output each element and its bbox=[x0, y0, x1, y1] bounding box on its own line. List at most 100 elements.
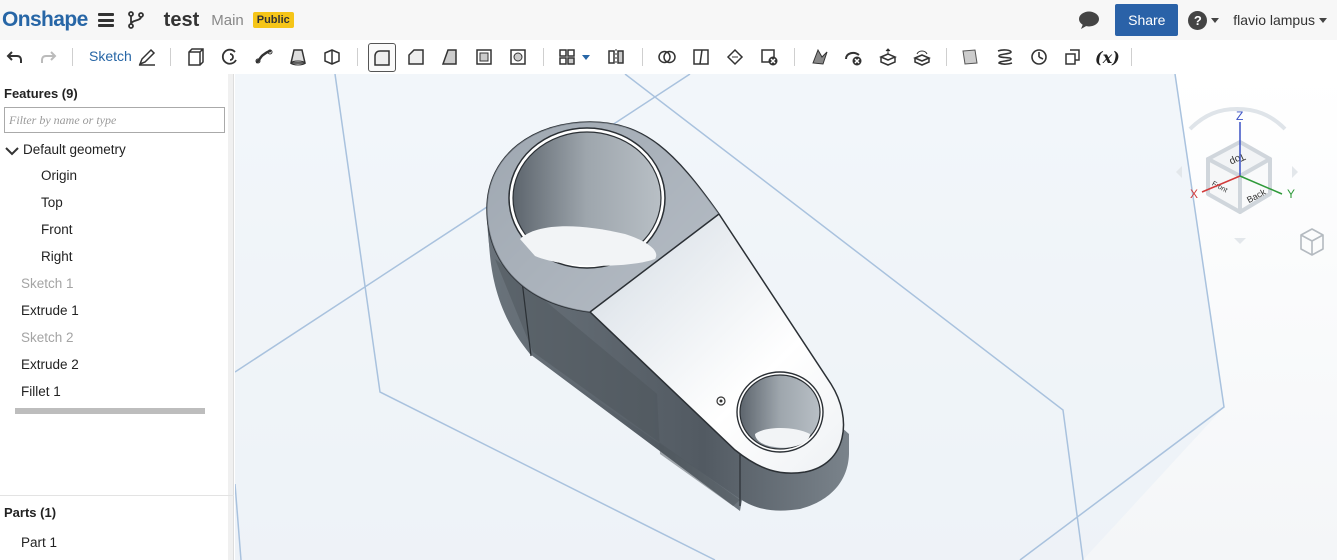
split-icon bbox=[693, 49, 709, 65]
boolean-icon bbox=[658, 50, 676, 64]
loft-button[interactable] bbox=[286, 45, 310, 69]
rotate-right-icon[interactable] bbox=[1292, 166, 1298, 178]
replace-face-button[interactable] bbox=[910, 45, 934, 69]
rotate-left-icon[interactable] bbox=[1176, 166, 1182, 178]
view-cube-menu-icon[interactable] bbox=[1298, 226, 1326, 258]
part-item-part-1[interactable]: Part 1 bbox=[21, 535, 57, 550]
pattern-icon bbox=[559, 49, 575, 65]
share-button[interactable]: Share bbox=[1115, 4, 1179, 36]
rotate-arrow-icon[interactable] bbox=[1188, 107, 1238, 131]
delete-part-button[interactable] bbox=[757, 45, 781, 69]
chevron-down-icon bbox=[582, 54, 590, 60]
sketch-button[interactable]: Sketch bbox=[89, 48, 132, 64]
extrude-icon bbox=[188, 48, 204, 66]
pattern-button[interactable] bbox=[555, 45, 579, 69]
transform-icon bbox=[726, 48, 744, 66]
undo-button[interactable] bbox=[3, 45, 27, 69]
y-axis-label: Y bbox=[1287, 187, 1295, 201]
comments-icon[interactable] bbox=[1078, 10, 1100, 30]
feature-item-front[interactable]: Front bbox=[41, 222, 73, 237]
thicken-button[interactable] bbox=[320, 45, 344, 69]
modify-fillet-button[interactable] bbox=[808, 45, 832, 69]
revolve-icon bbox=[221, 48, 237, 65]
chevron-down-icon[interactable] bbox=[5, 146, 19, 156]
helix-icon bbox=[997, 49, 1013, 65]
boolean-button[interactable] bbox=[655, 45, 679, 69]
mirror-icon bbox=[608, 49, 624, 65]
chamfer-icon bbox=[408, 49, 424, 65]
delete-part-icon bbox=[761, 49, 778, 66]
undo-icon bbox=[6, 51, 22, 63]
feature-item-top[interactable]: Top bbox=[41, 195, 63, 210]
panel-scrollbar[interactable] bbox=[228, 74, 233, 560]
user-name: flavio lampus bbox=[1233, 12, 1315, 28]
fillet-button[interactable] bbox=[368, 43, 396, 72]
move-face-button[interactable] bbox=[876, 45, 900, 69]
features-header: Features (9) bbox=[4, 86, 78, 101]
chamfer-button[interactable] bbox=[404, 45, 428, 69]
top-bar: Onshape test Main Public Share ? flavio … bbox=[0, 0, 1337, 40]
revolve-button[interactable] bbox=[218, 45, 242, 69]
feature-item-extrude-1[interactable]: Extrude 1 bbox=[21, 303, 79, 318]
copy-part-button[interactable] bbox=[1061, 45, 1085, 69]
delete-face-icon bbox=[845, 51, 862, 66]
z-axis-label: Z bbox=[1236, 109, 1243, 123]
mirror-button[interactable] bbox=[604, 45, 628, 69]
hole-icon bbox=[510, 49, 526, 65]
view-cube[interactable]: Top Front Back Z X Y bbox=[1170, 104, 1305, 254]
feature-item-sketch-1[interactable]: Sketch 1 bbox=[21, 276, 74, 291]
parts-header: Parts (1) bbox=[4, 505, 57, 520]
plane-button[interactable] bbox=[958, 45, 982, 69]
x-axis-label: X bbox=[1190, 187, 1198, 201]
feature-item-sketch-2[interactable]: Sketch 2 bbox=[21, 330, 74, 345]
mate-connector-icon bbox=[1031, 49, 1047, 65]
feature-filter-input[interactable]: Filter by name or type bbox=[4, 107, 225, 133]
version-graph-icon[interactable] bbox=[126, 10, 146, 30]
replace-face-icon bbox=[913, 50, 931, 66]
sketch-pencil-button[interactable] bbox=[135, 45, 159, 69]
user-menu[interactable]: flavio lampus bbox=[1233, 12, 1327, 28]
feature-group-default-geometry[interactable]: Default geometry bbox=[23, 142, 126, 157]
thicken-icon bbox=[324, 49, 340, 65]
delete-face-button[interactable] bbox=[842, 45, 866, 69]
document-title[interactable]: test bbox=[164, 9, 200, 32]
onshape-logo[interactable]: Onshape bbox=[2, 8, 88, 32]
help-menu[interactable]: ? bbox=[1188, 10, 1220, 30]
variable-button[interactable]: (x) bbox=[1095, 48, 1120, 67]
draft-icon bbox=[441, 49, 457, 65]
feature-list-scrollbar[interactable] bbox=[15, 408, 205, 414]
chevron-down-icon bbox=[1211, 17, 1220, 23]
pencil-icon bbox=[138, 48, 156, 66]
workspace-name[interactable]: Main bbox=[211, 12, 244, 29]
panel-divider[interactable] bbox=[0, 495, 234, 496]
rotate-down-icon[interactable] bbox=[1234, 238, 1246, 244]
loft-icon bbox=[290, 49, 306, 66]
plane-icon bbox=[962, 49, 978, 65]
graphics-viewport[interactable]: Top Front Back Z X Y bbox=[235, 74, 1337, 560]
feature-item-extrude-2[interactable]: Extrude 2 bbox=[21, 357, 79, 372]
chevron-down-icon bbox=[1319, 17, 1327, 23]
sweep-button[interactable] bbox=[252, 45, 276, 69]
feature-toolbar: Sketch (x) bbox=[0, 40, 1337, 74]
rotate-arrow-icon[interactable] bbox=[1236, 107, 1287, 131]
move-face-icon bbox=[879, 48, 897, 66]
copy-part-icon bbox=[1065, 49, 1080, 65]
shell-button[interactable] bbox=[472, 45, 496, 69]
split-button[interactable] bbox=[689, 45, 713, 69]
feature-item-fillet-1[interactable]: Fillet 1 bbox=[21, 384, 61, 399]
feature-item-right[interactable]: Right bbox=[41, 249, 73, 264]
feature-item-origin[interactable]: Origin bbox=[41, 168, 77, 183]
public-badge: Public bbox=[252, 12, 294, 28]
helix-button[interactable] bbox=[993, 45, 1017, 69]
hole-button[interactable] bbox=[506, 45, 530, 69]
transform-button[interactable] bbox=[723, 45, 747, 69]
redo-button[interactable] bbox=[36, 45, 60, 69]
pattern-dropdown[interactable] bbox=[579, 45, 593, 69]
shell-icon bbox=[476, 49, 492, 65]
menu-icon[interactable] bbox=[97, 13, 114, 27]
mate-connector-button[interactable] bbox=[1027, 45, 1051, 69]
feature-list-panel: Features (9) Filter by name or type Defa… bbox=[0, 74, 234, 560]
draft-button[interactable] bbox=[438, 45, 462, 69]
modify-fillet-icon bbox=[812, 48, 828, 65]
extrude-button[interactable] bbox=[184, 45, 208, 69]
